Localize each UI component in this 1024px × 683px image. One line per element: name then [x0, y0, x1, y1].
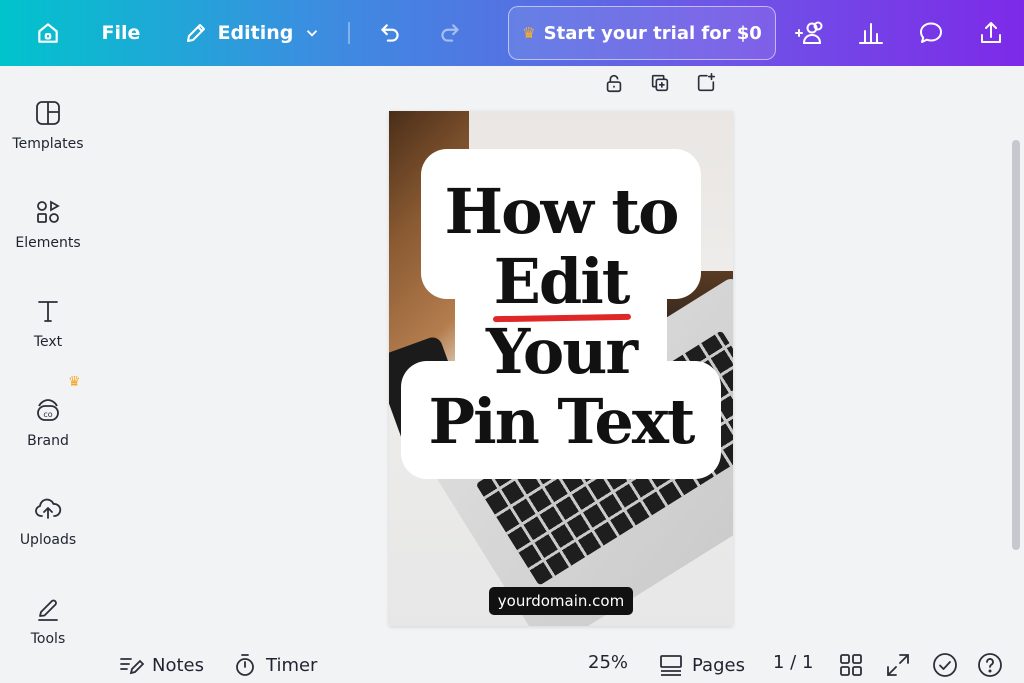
- title-line-1[interactable]: How to: [389, 177, 733, 247]
- title-line-3[interactable]: Your: [389, 317, 733, 387]
- timer-icon: [236, 654, 254, 676]
- start-trial-button[interactable]: ♛ Start your trial for $0: [508, 6, 776, 60]
- sidebar-item-label: Text: [33, 334, 63, 350]
- sidebar-item-label: Templates: [12, 136, 84, 152]
- tools-icon: [38, 599, 58, 621]
- grid-view-button[interactable]: [838, 652, 864, 678]
- lock-icon[interactable]: [603, 72, 625, 94]
- home-icon: [38, 23, 58, 43]
- notes-button[interactable]: Notes: [118, 652, 204, 678]
- editing-mode-dropdown[interactable]: Editing: [180, 17, 325, 49]
- brand-icon: co: [37, 399, 59, 421]
- sidebar-item-uploads[interactable]: Uploads: [0, 494, 96, 574]
- add-page-icon[interactable]: [695, 72, 717, 94]
- bottom-bar: Notes Timer 25% Pages 1 / 1: [100, 646, 1024, 683]
- check-circle-icon: [933, 653, 957, 677]
- top-toolbar: File Editing ♛ Start your trial for $0: [0, 0, 1024, 66]
- home-button[interactable]: [30, 18, 66, 48]
- share-people-button[interactable]: [792, 17, 828, 49]
- crown-icon: ♛: [522, 24, 536, 42]
- text-icon: [38, 301, 58, 322]
- undo-button[interactable]: [374, 18, 406, 48]
- page-count: 1 / 1: [773, 652, 814, 673]
- vertical-scrollbar[interactable]: [1012, 140, 1020, 550]
- fullscreen-button[interactable]: [885, 652, 911, 678]
- help-icon: [978, 653, 1002, 677]
- undo-icon: [381, 24, 399, 42]
- expand-icon: [887, 654, 909, 676]
- redo-button[interactable]: [434, 18, 466, 48]
- toolbar-divider: [348, 22, 350, 44]
- comment-icon: [920, 22, 942, 43]
- sidebar-item-elements[interactable]: Elements: [0, 197, 96, 277]
- grid-icon: [840, 654, 862, 676]
- pages-label: Pages: [692, 654, 745, 676]
- page-counter: 1 / 1: [773, 652, 813, 673]
- sidebar-item-label: Uploads: [19, 532, 77, 548]
- timer-label: Timer: [266, 654, 318, 676]
- title-line-4[interactable]: Pin Text: [389, 387, 733, 457]
- add-people-icon: [795, 21, 823, 44]
- file-menu[interactable]: File: [100, 18, 142, 48]
- pages-button[interactable]: Pages: [658, 652, 745, 678]
- redo-icon: [441, 24, 459, 42]
- check-button[interactable]: [932, 652, 958, 678]
- notes-label: Notes: [152, 654, 204, 676]
- sidebar-item-tools[interactable]: Tools: [0, 593, 96, 673]
- sidebar-item-label: Brand: [27, 433, 69, 449]
- svg-text:co: co: [43, 410, 52, 419]
- share-icon: [981, 22, 1001, 43]
- pencil-icon: [186, 24, 205, 42]
- help-button[interactable]: [977, 652, 1003, 678]
- zoom-level[interactable]: 25%: [588, 652, 628, 673]
- brand-crown-icon: ♛: [68, 374, 81, 390]
- side-panel: Templates Elements Text ♛ co Brand Uploa…: [0, 66, 96, 683]
- sidebar-item-templates[interactable]: Templates: [0, 98, 96, 178]
- comment-button[interactable]: [914, 17, 948, 49]
- sidebar-item-label: Tools: [30, 631, 66, 647]
- domain-label[interactable]: yourdomain.com: [489, 587, 633, 615]
- templates-icon: [36, 101, 60, 125]
- share-upload-button[interactable]: [974, 17, 1008, 49]
- insights-button[interactable]: [854, 17, 888, 49]
- title-line-2[interactable]: Edit: [389, 247, 733, 317]
- bar-chart-icon: [859, 23, 883, 44]
- sidebar-item-text[interactable]: Text: [0, 296, 96, 376]
- notes-icon: [120, 658, 144, 675]
- pages-icon: [660, 655, 682, 676]
- zoom-value: 25%: [588, 652, 629, 673]
- sidebar-item-brand[interactable]: co Brand: [0, 395, 96, 475]
- elements-icon: [37, 200, 60, 223]
- editing-label: Editing: [217, 22, 294, 44]
- timer-button[interactable]: Timer: [232, 652, 317, 678]
- duplicate-page-icon[interactable]: [649, 72, 671, 94]
- chevron-down-icon: [307, 30, 318, 37]
- page-tools: [603, 72, 717, 94]
- design-page[interactable]: How to Edit Your Pin Text yourdomain.com: [389, 111, 733, 626]
- sidebar-item-label: Elements: [15, 235, 81, 251]
- trial-label: Start your trial for $0: [543, 22, 762, 44]
- uploads-icon: [35, 498, 62, 519]
